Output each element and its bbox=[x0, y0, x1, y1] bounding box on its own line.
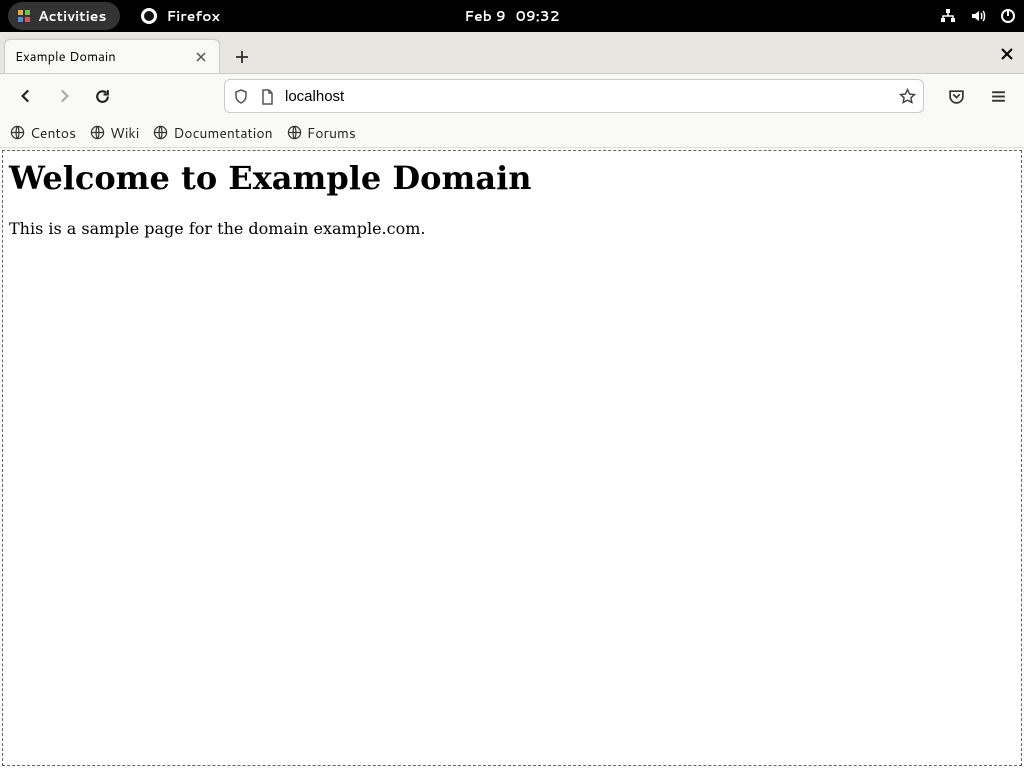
bookmark-star-icon[interactable] bbox=[899, 88, 915, 104]
window-close-button[interactable] bbox=[1000, 44, 1014, 67]
bookmark-label: Wiki bbox=[110, 123, 139, 143]
browser-tab[interactable]: Example Domain bbox=[4, 39, 220, 73]
bookmark-forums[interactable]: Forums bbox=[287, 123, 356, 143]
bookmark-centos[interactable]: Centos bbox=[10, 123, 76, 143]
pocket-button[interactable] bbox=[940, 80, 972, 112]
power-icon[interactable] bbox=[1000, 8, 1016, 24]
firefox-icon bbox=[140, 7, 158, 25]
bookmark-label: Documentation bbox=[173, 123, 272, 143]
nav-toolbar bbox=[0, 74, 1024, 118]
time-label: 09:32 bbox=[516, 6, 560, 26]
tab-strip: Example Domain bbox=[0, 32, 1024, 74]
globe-icon bbox=[287, 125, 302, 140]
bookmark-label: Forums bbox=[307, 123, 356, 143]
clock[interactable]: Feb 9 09:32 bbox=[464, 6, 559, 26]
system-tray bbox=[940, 8, 1016, 24]
globe-icon bbox=[90, 125, 105, 140]
bookmark-documentation[interactable]: Documentation bbox=[153, 123, 272, 143]
date-label: Feb 9 bbox=[464, 6, 505, 26]
app-indicator[interactable]: Firefox bbox=[140, 6, 219, 26]
page-heading: Welcome to Example Domain bbox=[9, 159, 1015, 197]
tab-title: Example Domain bbox=[15, 48, 116, 66]
shield-icon[interactable] bbox=[233, 88, 249, 104]
app-name: Firefox bbox=[166, 6, 219, 26]
bookmark-wiki[interactable]: Wiki bbox=[90, 123, 139, 143]
close-tab-button[interactable] bbox=[193, 49, 209, 65]
activities-label: Activities bbox=[38, 6, 106, 26]
globe-icon bbox=[10, 125, 25, 140]
forward-button bbox=[48, 80, 80, 112]
activities-icon bbox=[16, 8, 32, 24]
page-icon bbox=[259, 88, 275, 104]
activities-button[interactable]: Activities bbox=[8, 2, 120, 30]
network-icon[interactable] bbox=[940, 8, 956, 24]
page-paragraph: This is a sample page for the domain exa… bbox=[9, 219, 1015, 238]
back-button[interactable] bbox=[10, 80, 42, 112]
url-input[interactable] bbox=[285, 88, 889, 105]
page-content: Welcome to Example Domain This is a samp… bbox=[2, 150, 1022, 766]
app-menu-button[interactable] bbox=[982, 80, 1014, 112]
url-bar[interactable] bbox=[224, 79, 924, 113]
new-tab-button[interactable] bbox=[226, 41, 258, 73]
bookmarks-bar: Centos Wiki Documentation Forums bbox=[0, 118, 1024, 148]
gnome-topbar: Activities Firefox Feb 9 09:32 bbox=[0, 0, 1024, 32]
reload-button[interactable] bbox=[86, 80, 118, 112]
bookmark-label: Centos bbox=[30, 123, 76, 143]
globe-icon bbox=[153, 125, 168, 140]
volume-icon[interactable] bbox=[970, 8, 986, 24]
